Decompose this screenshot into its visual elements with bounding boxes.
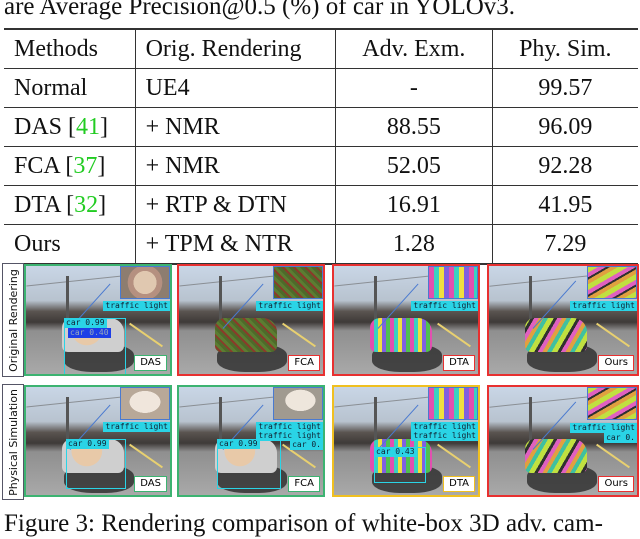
row-label-physical-simulation: Physical Simulation [2,384,24,500]
cell-phy: 41.95 [491,185,638,225]
cell-phy: 99.57 [491,68,638,108]
detection-label: car 0. [290,440,323,450]
citation-link[interactable]: 41 [76,114,100,140]
header-orig-rendering: Orig. Rendering [134,29,336,69]
table-row: FCA [37] + NMR 52.05 92.28 [4,146,638,186]
table-caption-fragment: are Average Precision@0.5 (%) of car in … [4,0,516,20]
cell-method: Ours [14,231,61,257]
method-tag: FCA [288,476,320,492]
method-tag: DAS [134,476,167,492]
cell-method: DTA [32] [14,192,107,218]
header-phy-sim: Phy. Sim. [491,29,638,69]
table-header-row: Methods Orig. Rendering Adv. Exm. Phy. S… [4,29,638,69]
method-tag: Ours [598,355,634,371]
detection-label: traffic light [411,301,478,311]
figure-caption: Figure 3: Rendering comparison of white-… [4,510,603,537]
detection-label: car 0. [604,433,637,443]
header-methods: Methods [14,36,98,62]
cell-phy: 7.29 [491,224,638,264]
table-row: Ours + TPM & NTR 1.28 7.29 [4,224,638,264]
cell-phy: 92.28 [491,146,638,186]
detection-label: traffic light [411,431,478,441]
zoom-inset [273,387,323,420]
panel-phys-das: car 0.99 traffic light DAS [24,385,172,497]
method-tag: DTA [443,476,475,492]
zoom-inset [587,266,637,299]
zoom-inset [428,387,478,420]
detection-label: traffic light [570,423,637,433]
detection-label: traffic light [256,301,323,311]
cell-method: Normal [14,75,88,101]
detection-label: car 0.43 [374,447,417,457]
detection-label: car 0.99 [66,439,109,449]
cell-method: DAS [41] [14,114,109,140]
cell-adv: 1.28 [335,224,493,264]
method-tag: DAS [134,355,167,371]
panel-orig-das: car 0.99 car 0.40 traffic light DAS [24,264,172,376]
method-tag: FCA [288,355,320,371]
citation-link[interactable]: 37 [73,153,97,179]
cell-rendering: UE4 [134,68,336,108]
zoom-inset [587,387,637,420]
panel-phys-ours: traffic light car 0. Ours [487,385,639,497]
panel-phys-dta: car 0.43 traffic light traffic light DTA [332,385,480,497]
panel-orig-fca: traffic light FCA [177,264,325,376]
detection-label: traffic light [570,301,637,311]
panel-phys-fca: car 0.99 traffic light traffic light car… [177,385,325,497]
cell-adv: 16.91 [335,185,493,225]
cell-rendering: + RTP & DTN [134,185,336,225]
header-adv-exm: Adv. Exm. [335,29,493,69]
zoom-inset [120,387,170,420]
panel-orig-dta: traffic light DTA [332,264,480,376]
detection-label: car 0.40 [68,328,111,338]
results-table: Methods Orig. Rendering Adv. Exm. Phy. S… [4,28,638,265]
cell-phy: 96.09 [491,107,638,147]
zoom-inset [273,266,323,299]
table-row: Normal UE4 - 99.57 [4,68,638,108]
figure-3: Original Rendering Physical Simulation c… [0,260,640,505]
cell-adv: 52.05 [335,146,493,186]
zoom-inset [120,266,170,299]
zoom-inset [428,266,478,299]
detection-label: car 0.99 [217,439,260,449]
cell-rendering: + NMR [134,107,336,147]
cell-rendering: + TPM & NTR [134,224,336,264]
detection-label: traffic light [103,422,170,432]
car-image [370,318,432,352]
car-image [525,318,587,352]
car-image [525,439,587,473]
cell-method: FCA [37] [14,153,106,179]
panel-orig-ours: traffic light Ours [487,264,639,376]
cell-adv: - [335,68,493,108]
table-row: DAS [41] + NMR 88.55 96.09 [4,107,638,147]
row-label-original-rendering: Original Rendering [2,263,24,377]
cell-rendering: + NMR [134,146,336,186]
detection-label: car 0.99 [64,318,107,328]
cell-adv: 88.55 [335,107,493,147]
method-tag: Ours [598,476,634,492]
method-tag: DTA [443,355,475,371]
detection-label: traffic light [103,301,170,311]
table-row: DTA [32] + RTP & DTN 16.91 41.95 [4,185,638,225]
car-image [215,318,277,352]
citation-link[interactable]: 32 [74,192,98,218]
